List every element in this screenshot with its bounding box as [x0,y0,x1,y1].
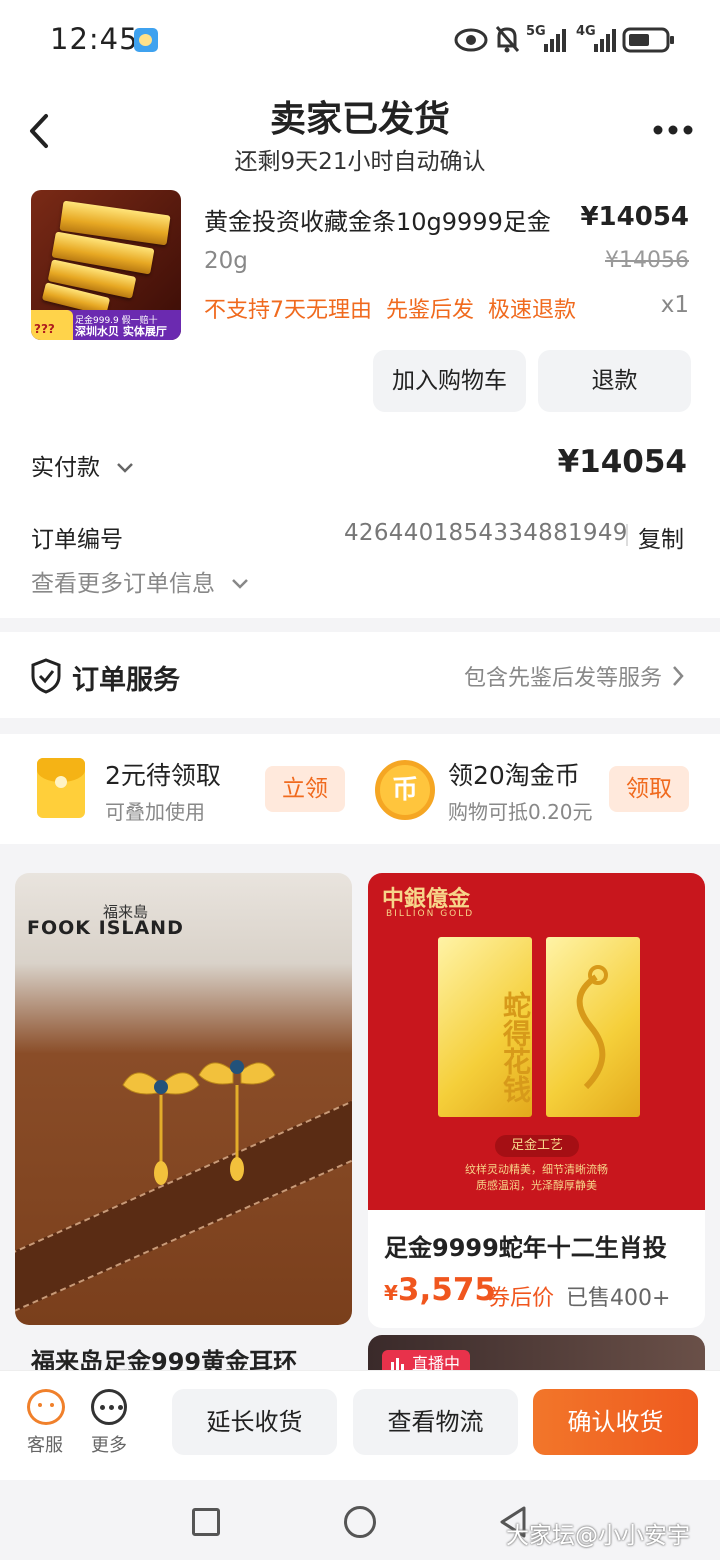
craft-badge: 足金工艺 [495,1135,579,1157]
price-value: 3,575 [397,1272,496,1308]
shield-check-icon [31,658,61,694]
product-original-price: ¥14056 [605,248,689,273]
coupon-subtitle: 可叠加使用 [105,800,205,824]
confirm-receipt-button[interactable]: 确认收货 [533,1389,698,1455]
weather-icon [134,28,158,52]
brand-sub: BILLION GOLD [386,909,475,919]
feed-item-price: ¥3,575 [384,1272,496,1308]
feed-item-title[interactable]: 足金9999蛇年十二生肖投 [384,1228,667,1263]
gold-bar-left: 蛇得花钱 [438,937,532,1117]
add-to-cart-button[interactable]: 加入购物车 [373,350,526,412]
view-logistics-button[interactable]: 查看物流 [353,1389,518,1455]
feed-item-gold-bars[interactable]: 中銀億金 BILLION GOLD 蛇得花钱 足金工艺 纹样灵动精美，细节清晰流… [368,873,705,1210]
paid-amount-label[interactable]: 实付款 [31,448,135,482]
coupon-title: 2元待领取 [105,761,221,790]
product-price: ¥14054 [580,202,689,232]
red-envelope-icon [37,758,85,818]
coin-subtitle: 购物可抵0.20元 [448,800,593,824]
divider [626,524,628,546]
status-time: 12:45 [50,22,139,56]
product-name[interactable]: 黄金投资收藏金条10g9999足金 [204,202,551,237]
price-symbol: ¥ [384,1281,398,1305]
home-icon[interactable] [344,1506,376,1538]
gold-bar-text: 蛇得花钱 [499,991,532,1103]
coin-char: 币 [391,775,418,805]
more-order-info-link[interactable]: 查看更多订单信息 [31,564,250,598]
watermark: 大家坛@小小安宇 [506,1523,690,1549]
more-order-info-text: 查看更多订单信息 [31,571,215,597]
extend-receipt-button[interactable]: 延长收货 [172,1389,337,1455]
sold-count: 已售400+ [566,1286,671,1311]
product-tags: 不支持7天无理由 先鉴后发 极速退款 [204,292,590,324]
product-spec: 20g [204,248,248,274]
claim-coupon-button[interactable]: 立领 [265,766,345,812]
chevron-down-icon [117,463,134,473]
customer-service-icon[interactable] [27,1389,65,1425]
status-bar: 12:45 5G 4G [0,0,720,80]
thumbnail-text-b: 深圳水贝 实体展厅 [75,325,167,338]
more-label[interactable]: 更多 [91,1431,127,1457]
product-tag: 极速退款 [488,298,577,323]
gold-bar-right [546,937,640,1117]
order-service-detail: 包含先鉴后发等服务 [463,666,662,691]
product-quantity: x1 [660,292,689,318]
coupon-price-label: 券后价 [488,1286,555,1311]
coin-title: 领20淘金币 [448,761,580,790]
eye-icon [454,28,488,52]
header: 卖家已发货 还剩9天21小时自动确认 [0,80,720,180]
recent-apps-icon[interactable] [192,1508,220,1536]
signal-4g-icon [594,29,616,52]
product-desc-2: 质感温润，光泽醇厚静美 [476,1179,597,1192]
earrings-image [122,1060,276,1185]
bottom-action-bar: 客服 更多 延长收货 查看物流 确认收货 [0,1370,720,1480]
paid-amount-text: 实付款 [31,455,100,481]
brand-en: FOOK ISLAND [27,917,184,939]
product-desc-1: 纹样灵动精美，细节清晰流畅 [465,1163,608,1176]
more-options-icon[interactable] [652,124,694,136]
signal-5g-icon [544,29,566,52]
order-service-row[interactable]: 订单服务 包含先鉴后发等服务 [0,632,720,718]
order-service-label: 订单服务 [72,665,180,696]
order-card: ??? 足金999.9 假一赔十 深圳水贝 实体展厅 黄金投资收藏金条10g99… [0,180,720,618]
mute-bell-icon [495,26,520,53]
copy-button[interactable]: 复制 [638,520,684,554]
order-number-label: 订单编号 [31,527,123,553]
paid-amount-value: ¥14054 [557,444,687,480]
product-tag: 先鉴后发 [386,298,475,323]
page-title: 卖家已发货 [269,99,450,140]
thumbnail-text-c: ??? [34,322,55,336]
claim-coin-button[interactable]: 领取 [609,766,689,812]
feed-item-earrings[interactable]: 福来島 FOOK ISLAND [15,873,352,1325]
battery-icon [622,27,674,53]
coupon-row: 2元待领取 可叠加使用 立领 币 领20淘金币 购物可抵0.20元 领取 [0,734,720,844]
chevron-right-icon [673,666,684,686]
refund-button[interactable]: 退款 [538,350,691,412]
product-tag: 不支持7天无理由 [204,298,372,323]
more-icon[interactable] [91,1389,127,1425]
gold-coin-icon: 币 [375,760,435,820]
chevron-down-icon [232,579,249,589]
product-thumbnail[interactable]: ??? 足金999.9 假一赔十 深圳水贝 实体展厅 [31,190,181,340]
page-subtitle: 还剩9天21小时自动确认 [234,149,486,175]
order-number: 4264401854334881949 [344,520,628,546]
customer-service-label[interactable]: 客服 [27,1431,63,1457]
